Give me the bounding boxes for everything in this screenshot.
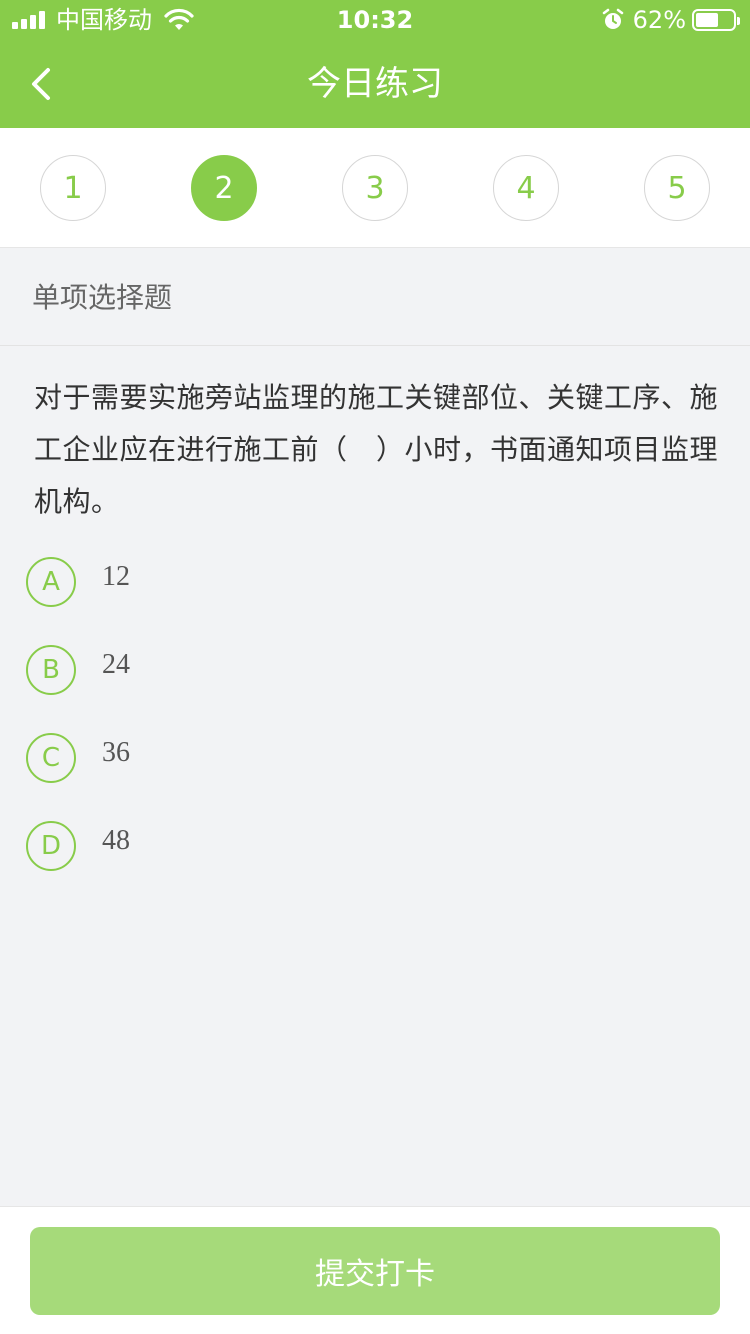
- submit-checkin-button[interactable]: 提交打卡: [30, 1227, 720, 1315]
- page-title: 今日练习: [307, 64, 443, 104]
- option-a-letter: A: [26, 557, 76, 607]
- question-number-5[interactable]: 5: [644, 155, 710, 221]
- question-type-section: 单项选择题: [0, 248, 750, 346]
- nav-bar: 今日练习: [0, 40, 750, 128]
- option-c-text: 36: [102, 737, 130, 768]
- question-text: 对于需要实施旁站监理的施工关键部位、关键工序、施工企业应在进行施工前（ ）小时，…: [34, 381, 719, 518]
- question-number-4[interactable]: 4: [493, 155, 559, 221]
- option-d-text: 48: [102, 825, 130, 856]
- option-b-text: 24: [102, 649, 130, 680]
- battery-fill: [696, 13, 718, 27]
- question-number-1[interactable]: 1: [40, 155, 106, 221]
- battery-cap: [737, 17, 740, 25]
- status-bar: 中国移动 10:32 62%: [0, 0, 750, 40]
- battery-icon: [692, 9, 740, 31]
- header: 中国移动 10:32 62% 今日练习: [0, 0, 750, 128]
- question-number-bar: 1 2 3 4 5: [0, 128, 750, 248]
- option-c-letter: C: [26, 733, 76, 783]
- option-d-letter: D: [26, 821, 76, 871]
- question-number-2[interactable]: 2: [191, 155, 257, 221]
- option-d[interactable]: D 48: [26, 821, 716, 873]
- status-right: 62%: [601, 6, 740, 34]
- option-a[interactable]: A 12: [26, 557, 716, 609]
- option-a-text: 12: [102, 561, 130, 592]
- option-b[interactable]: B 24: [26, 645, 716, 697]
- question-number-3[interactable]: 3: [342, 155, 408, 221]
- footer: 提交打卡: [0, 1206, 750, 1334]
- option-b-letter: B: [26, 645, 76, 695]
- option-c[interactable]: C 36: [26, 733, 716, 785]
- alarm-icon: [602, 8, 623, 29]
- battery-percent: 62%: [632, 6, 686, 34]
- question-type-label: 单项选择题: [32, 281, 173, 314]
